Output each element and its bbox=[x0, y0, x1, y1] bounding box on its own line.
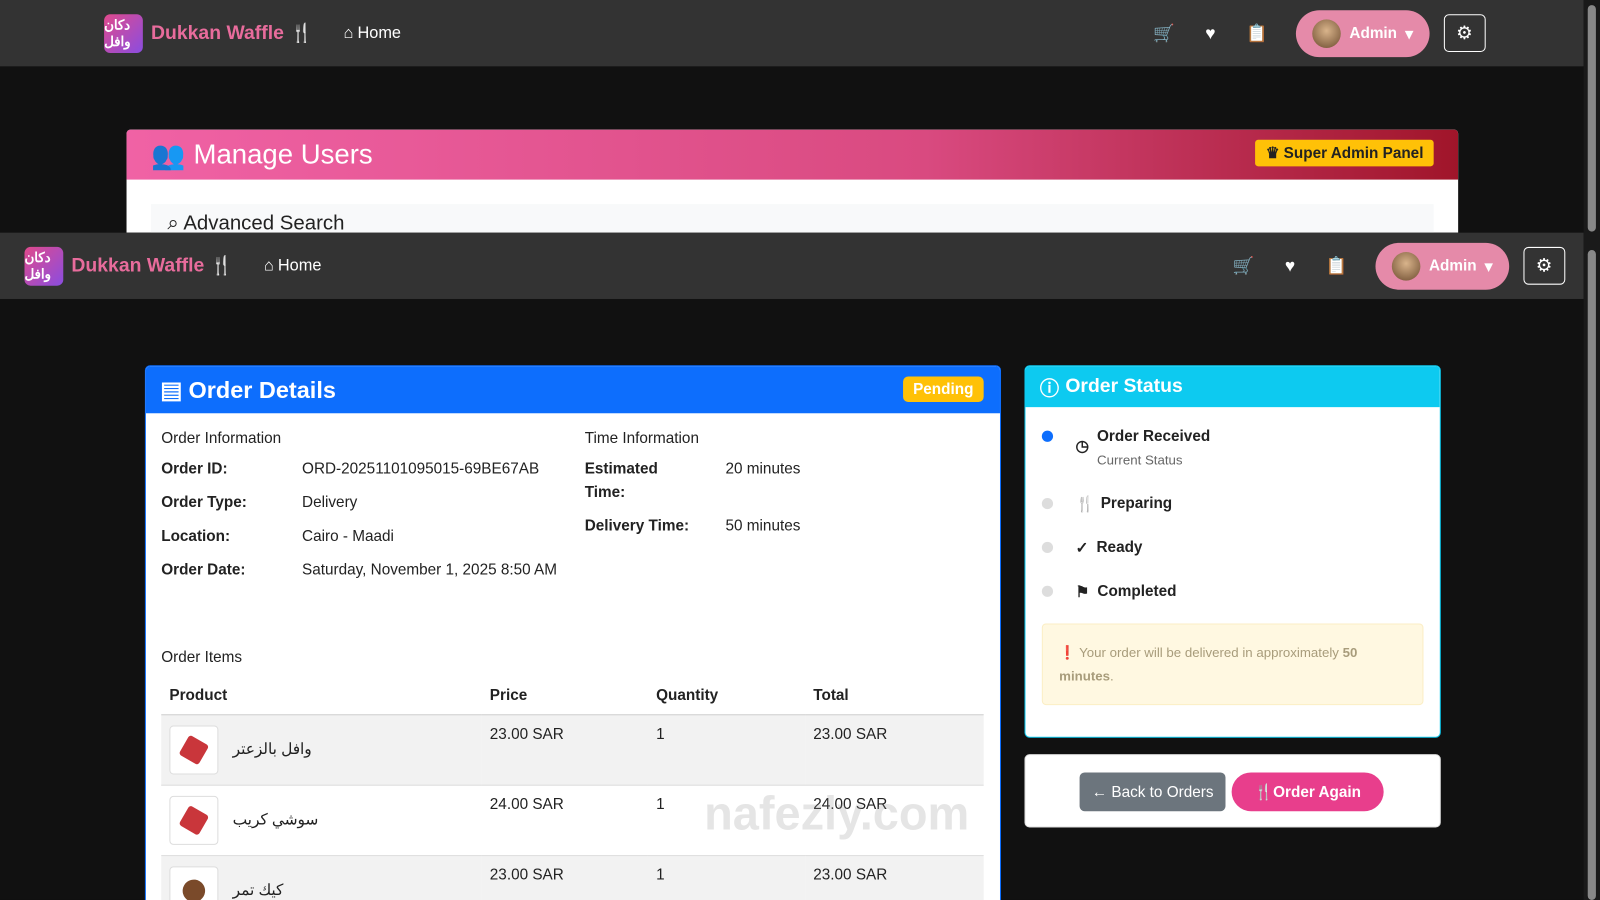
status-badge: Pending bbox=[902, 376, 984, 403]
search-icon: ⌕ bbox=[167, 212, 184, 233]
delivery-time: 50 minutes bbox=[725, 517, 801, 535]
status-dot-active bbox=[1041, 430, 1054, 442]
advanced-search[interactable]: ⌕ Advanced Search bbox=[151, 204, 1434, 233]
order-details-title: Order Details bbox=[188, 376, 336, 403]
brand[interactable]: Dukkan Waffle bbox=[151, 22, 284, 44]
admin-dropdown[interactable]: Admin ▾ bbox=[1296, 9, 1430, 57]
check-icon: ✓ bbox=[1075, 539, 1089, 558]
nav-home[interactable]: ⌂ Home bbox=[344, 24, 402, 42]
logo: دكان وافل bbox=[104, 13, 143, 53]
clock-icon: ◷ bbox=[1075, 437, 1089, 456]
home-icon: ⌂ bbox=[263, 256, 274, 274]
time-info-heading: Time Information bbox=[584, 429, 699, 447]
home-icon: ⌂ bbox=[343, 23, 354, 42]
order-items-table: Product Price Quantity Total وافل بالزعتر 23… bbox=[161, 676, 984, 900]
background-navbar: دكان وافل Dukkan Waffle 🍴 ⌂ Home 🛒 ♥ 📋 Admin… bbox=[0, 0, 1584, 67]
table-row: كيك تمر 23.00 SAR 1 23.00 SAR bbox=[161, 855, 984, 900]
nav-home[interactable]: ⌂ Home bbox=[264, 257, 322, 275]
table-row: سوشي كريب 24.00 SAR 1 24.00 SAR bbox=[161, 785, 984, 857]
heart-icon[interactable]: ♥ bbox=[1205, 23, 1215, 43]
order-again-button[interactable]: 🍴 Order Again bbox=[1231, 772, 1384, 812]
delivery-alert: ❗ Your order will be delivered in approx… bbox=[1041, 623, 1424, 706]
actions-card: ← Back to Orders 🍴 Order Again bbox=[1024, 754, 1441, 828]
manage-users-card: 👥 Manage Users ♛ Super Admin Panel ⌕ Adva… bbox=[126, 129, 1459, 233]
utensils-icon: 🍴 bbox=[210, 255, 234, 276]
arrow-left-icon: ← bbox=[1091, 783, 1112, 801]
manage-title: Manage Users bbox=[193, 138, 373, 170]
order-type: Delivery bbox=[302, 493, 358, 512]
info-icon: ⓘ bbox=[1039, 378, 1060, 400]
order-location: Cairo - Maadi bbox=[302, 527, 394, 545]
brand[interactable]: Dukkan Waffle bbox=[71, 255, 204, 277]
utensils-icon: 🍴 bbox=[290, 22, 313, 43]
users-gear-icon: 👥 bbox=[151, 139, 186, 170]
receipt-icon: ▤ bbox=[160, 376, 183, 403]
order-items-heading: Order Items bbox=[161, 648, 243, 667]
admin-dropdown[interactable]: Admin ▾ bbox=[1375, 242, 1509, 290]
utensils-icon: 🍴 bbox=[1254, 783, 1274, 802]
order-status-card: ⓘ Order Status ◷ Order Received Current Sta… bbox=[1024, 365, 1441, 738]
table-row: وافل بالزعتر 23.00 SAR 1 23.00 SAR bbox=[161, 714, 984, 786]
logo: دكان وافل bbox=[24, 246, 64, 286]
product-image bbox=[169, 725, 219, 775]
avatar bbox=[1392, 251, 1421, 281]
scrollbar[interactable] bbox=[1583, 0, 1600, 900]
heart-icon[interactable]: ♥ bbox=[1285, 256, 1295, 276]
order-date: Saturday, November 1, 2025 8:50 AM bbox=[302, 561, 558, 579]
clipboard-icon[interactable]: 📋 bbox=[1246, 23, 1268, 43]
flag-checkered-icon: ⚑ bbox=[1075, 583, 1090, 602]
order-details-card: ▤ Order Details Pending Order Information… bbox=[144, 365, 1002, 900]
settings-button[interactable]: ⚙ bbox=[1443, 14, 1486, 53]
utensils-icon: 🍴 bbox=[1075, 495, 1095, 514]
clipboard-icon[interactable]: 📋 bbox=[1326, 256, 1348, 276]
product-image bbox=[169, 795, 219, 845]
product-image bbox=[169, 866, 219, 900]
settings-button[interactable]: ⚙ bbox=[1523, 246, 1565, 285]
avatar bbox=[1312, 18, 1342, 48]
estimated-time: 20 minutes bbox=[725, 460, 801, 478]
status-dot bbox=[1041, 497, 1054, 510]
exclamation-icon: ❗ bbox=[1059, 644, 1076, 661]
order-info-heading: Order Information bbox=[161, 429, 282, 447]
navbar: دكان وافل Dukkan Waffle 🍴 ⌂ Home 🛒 ♥ 📋 Admin… bbox=[0, 232, 1584, 299]
status-dot bbox=[1041, 541, 1054, 554]
status-dot bbox=[1041, 585, 1054, 597]
order-id: ORD-20251101095015-69BE67AB bbox=[302, 460, 540, 478]
super-admin-badge: ♛ Super Admin Panel bbox=[1255, 139, 1434, 167]
cart-icon[interactable]: 🛒 bbox=[1233, 256, 1255, 276]
back-to-orders-button[interactable]: ← Back to Orders bbox=[1079, 772, 1226, 812]
cart-icon[interactable]: 🛒 bbox=[1153, 23, 1175, 43]
